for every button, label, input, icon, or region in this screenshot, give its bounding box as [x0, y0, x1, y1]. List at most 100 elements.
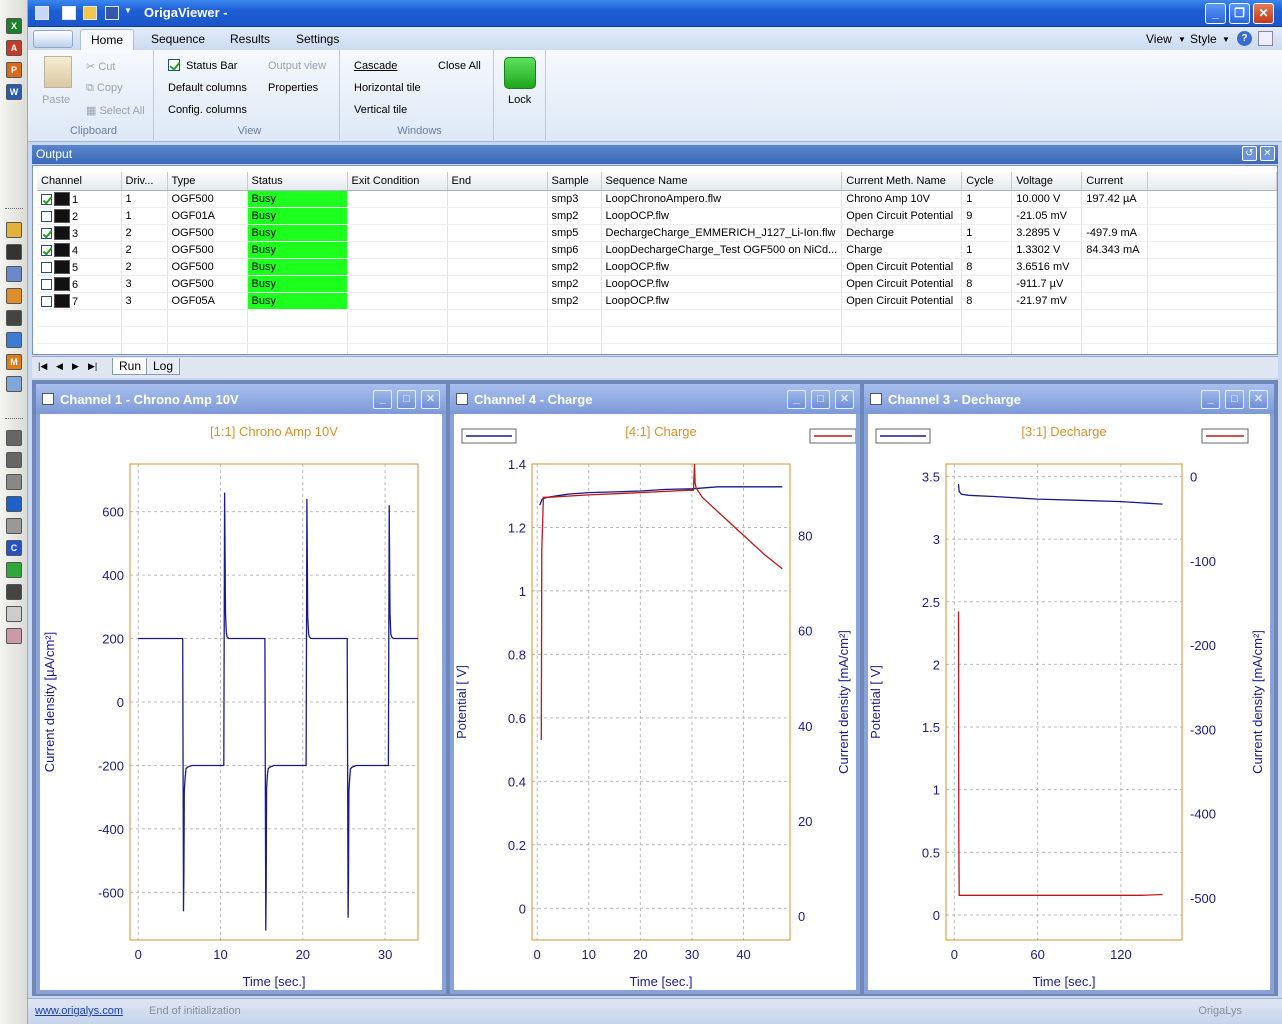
lock-icon[interactable] — [504, 57, 536, 89]
mail-icon[interactable]: M — [6, 354, 22, 370]
column-header[interactable]: Driv... — [121, 172, 168, 191]
table-row[interactable]: 1 1 OGF500 Busy smp3 LoopChronoAmpero.flw Chro… — [37, 190, 1277, 208]
word-icon[interactable]: W — [6, 84, 22, 100]
powerpoint-icon[interactable]: P — [6, 62, 22, 78]
minimize-button[interactable]: _ — [373, 390, 392, 409]
close-all-button[interactable]: Close All — [438, 60, 481, 72]
channel-checkbox[interactable] — [41, 227, 52, 239]
tab-home[interactable]: Home — [80, 29, 135, 52]
cascade-button[interactable]: Cascade — [354, 60, 397, 72]
table-row[interactable]: 2 1 OGF01A Busy smp2 LoopOCP.flw Open Circuit … — [37, 207, 1277, 225]
paste-button[interactable]: Paste — [42, 94, 70, 106]
select-all-button[interactable]: ▦ Select All — [86, 104, 145, 117]
disk-icon[interactable] — [6, 518, 22, 534]
copy-button[interactable]: ⧉ Copy — [86, 82, 123, 95]
view-menu[interactable]: View — [1146, 32, 1172, 46]
output-view-button[interactable]: Output view — [268, 60, 326, 72]
column-header[interactable]: Sequence Name — [601, 172, 843, 191]
chevron-down-icon[interactable]: ▼ — [1222, 35, 1230, 44]
channel-cell[interactable]: 1 — [37, 190, 122, 208]
website-link[interactable]: www.origalys.com — [35, 1005, 123, 1017]
column-header[interactable]: Current — [1081, 172, 1149, 191]
picture-icon[interactable] — [6, 376, 22, 392]
open-folder-icon[interactable] — [83, 6, 97, 20]
channel-checkbox[interactable] — [41, 261, 52, 273]
channel-cell[interactable]: 3 — [37, 224, 122, 242]
prev-page-icon[interactable]: ◀ — [56, 361, 63, 372]
chart-3[interactable]: [3:1] Decharge 0 60 120 0 0.5 1 1.5 2 2.5 3 3.5 0 -10… — [868, 414, 1270, 990]
quick-access-dropdown-icon[interactable]: ▼ — [124, 6, 132, 20]
channel-cell[interactable]: 2 — [37, 207, 122, 225]
channel-checkbox[interactable] — [41, 278, 52, 290]
column-header[interactable]: Type — [167, 172, 248, 191]
tool-icon[interactable] — [6, 474, 22, 490]
globe-icon[interactable] — [6, 332, 22, 348]
vertical-tile-button[interactable]: Vertical tile — [354, 104, 407, 116]
channel-checkbox[interactable] — [41, 244, 52, 256]
drive-icon[interactable] — [6, 452, 22, 468]
refresh-icon[interactable] — [6, 562, 22, 578]
help-icon[interactable]: ? — [1237, 31, 1252, 46]
chevron-down-icon[interactable]: ▼ — [1178, 35, 1186, 44]
table-row[interactable]: 3 2 OGF500 Busy smp5 DechargeCharge_EMMERICH_… — [37, 224, 1277, 242]
table-row[interactable]: 5 2 OGF500 Busy smp2 LoopOCP.flw Open Circuit … — [37, 258, 1277, 276]
app-icon[interactable] — [35, 6, 49, 20]
chart-1[interactable]: [1:1] Chrono Amp 10V 0 10 20 30 600 400 200 0 -20… — [40, 414, 442, 990]
hat-icon[interactable] — [6, 244, 22, 260]
save-icon[interactable] — [105, 6, 119, 20]
channel-cell[interactable]: 7 — [37, 292, 122, 310]
channel-cell[interactable]: 5 — [37, 258, 122, 276]
maximize-button[interactable]: □ — [1225, 390, 1244, 409]
usb-icon[interactable] — [6, 496, 22, 512]
column-header[interactable]: Sample — [547, 172, 602, 191]
chart-2[interactable]: [4:1] Charge 0 10 20 30 40 0 0.2 0.4 0.6 0.8 1 1.2 1.… — [454, 414, 856, 990]
close-button[interactable]: ✕ — [1249, 390, 1268, 409]
next-page-icon[interactable]: ▶ — [72, 361, 79, 372]
blank-icon[interactable] — [6, 606, 22, 622]
column-header[interactable]: Current Meth. Name — [841, 172, 963, 191]
column-header[interactable]: End — [447, 172, 548, 191]
horizontal-tile-button[interactable]: Horizontal tile — [354, 82, 421, 94]
application-menu-button[interactable] — [33, 30, 73, 48]
close-icon[interactable]: ✕ — [1260, 146, 1275, 161]
monitor-icon[interactable] — [6, 310, 22, 326]
properties-button[interactable]: Properties — [268, 82, 318, 94]
default-columns-button[interactable]: Default columns — [168, 82, 247, 94]
network-icon[interactable] — [6, 584, 22, 600]
config-columns-button[interactable]: Config. columns — [168, 104, 247, 116]
channel-cell[interactable]: 4 — [37, 241, 122, 259]
document-icon[interactable] — [6, 266, 22, 282]
minimize-button[interactable]: _ — [1201, 390, 1220, 409]
chart-window-1-titlebar[interactable]: Channel 1 - Chrono Amp 10V _ □ ✕ — [36, 384, 446, 414]
new-file-icon[interactable] — [62, 6, 76, 20]
excel-icon[interactable]: X — [6, 18, 22, 34]
tools-icon[interactable] — [6, 628, 22, 644]
tab-results[interactable]: Results — [230, 32, 270, 46]
ribbon-collapse-icon[interactable] — [1258, 31, 1273, 46]
chart-window-2-titlebar[interactable]: Channel 4 - Charge _ □ ✕ — [450, 384, 860, 414]
column-header[interactable]: Voltage — [1011, 172, 1083, 191]
channel-checkbox[interactable] — [41, 295, 52, 307]
table-row[interactable]: 7 3 OGF05A Busy smp2 LoopOCP.flw Open Circuit … — [37, 292, 1277, 310]
column-header[interactable]: Cycle — [961, 172, 1013, 191]
status-bar-checkbox[interactable]: Status Bar — [168, 59, 237, 72]
folder-icon[interactable] — [6, 222, 22, 238]
tab-sequence[interactable]: Sequence — [151, 32, 205, 46]
drive-icon[interactable] — [6, 430, 22, 446]
tab-run[interactable]: Run — [112, 358, 149, 375]
channel-checkbox[interactable] — [41, 193, 52, 205]
chart-window-3-titlebar[interactable]: Channel 3 - Decharge _ □ ✕ — [864, 384, 1274, 414]
cut-button[interactable]: ✂ Cut — [86, 60, 115, 73]
close-button[interactable]: ✕ — [835, 390, 854, 409]
table-row[interactable]: 6 3 OGF500 Busy smp2 LoopOCP.flw Open Circuit … — [37, 275, 1277, 293]
close-button[interactable]: ✕ — [1253, 3, 1274, 24]
tab-settings[interactable]: Settings — [296, 32, 339, 46]
first-page-icon[interactable]: |◀ — [38, 361, 47, 372]
minimize-button[interactable]: _ — [1205, 3, 1226, 24]
column-header[interactable]: Status — [247, 172, 348, 191]
image-icon[interactable] — [6, 288, 22, 304]
tab-log[interactable]: Log — [146, 358, 181, 375]
cvs-icon[interactable]: C — [6, 540, 22, 556]
checkbox[interactable] — [168, 59, 180, 71]
channel-checkbox[interactable] — [41, 210, 52, 222]
